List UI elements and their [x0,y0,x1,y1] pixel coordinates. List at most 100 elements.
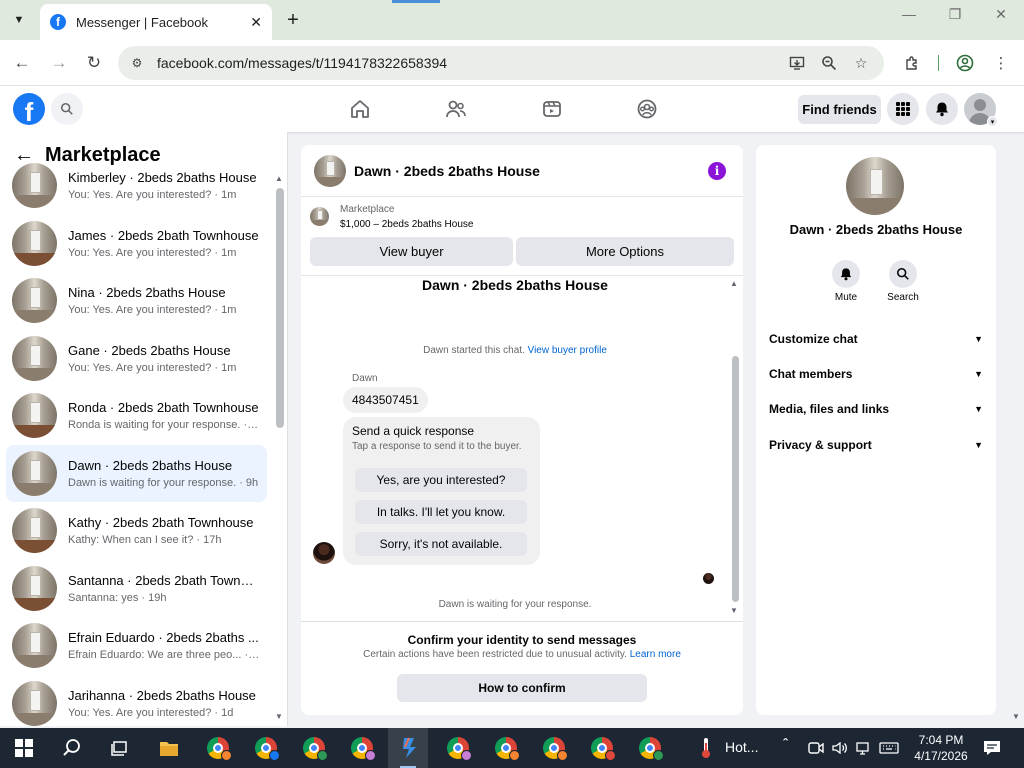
quick-reply-button[interactable]: In talks. I'll let you know. [355,500,527,524]
view-buyer-button[interactable]: View buyer [310,237,513,266]
profile-icon[interactable] [954,52,976,74]
forward-icon[interactable]: → [47,51,71,75]
conversation-item[interactable]: Jarihanna · 2beds 2baths House You: Yes. … [6,675,267,726]
chat-title[interactable]: Dawn · 2beds 2baths House [354,163,540,179]
video-icon[interactable] [540,97,564,121]
browser-tab[interactable]: f Messenger | Facebook ✕ [40,4,272,40]
chat-members-section[interactable]: Chat members ▼ [769,359,983,389]
groups-icon[interactable] [635,97,659,121]
conversation-item[interactable]: Dawn · 2beds 2baths House Dawn is waiting… [6,445,267,502]
chrome-icon[interactable] [638,736,664,761]
back-icon[interactable]: ← [10,51,34,75]
new-tab-icon[interactable]: + [282,8,304,32]
tab-list-icon[interactable]: ▼ [6,8,32,32]
find-friends-button[interactable]: Find friends [798,95,881,124]
quick-reply-button[interactable]: Yes, are you interested? [355,468,527,492]
chat-thumbnail[interactable] [314,154,346,187]
meet-now-icon[interactable] [804,736,828,760]
notifications-bell-icon[interactable] [926,93,958,125]
seen-avatar [703,573,714,584]
conversation-item[interactable]: James · 2beds 2bath Townhouse You: Yes. A… [6,215,267,272]
minimize-icon[interactable]: — [889,6,929,22]
chat-scrollbar[interactable] [732,356,739,602]
address-bar[interactable]: ⚙ facebook.com/messages/t/11941783226583… [118,46,884,80]
volume-icon[interactable] [828,736,852,760]
confirm-identity-banner: Confirm your identity to send messages C… [301,621,743,715]
app-icon[interactable] [397,736,421,760]
conversation-item[interactable]: Ronda · 2beds 2bath Townhouse Ronda is wa… [6,387,267,444]
restore-icon[interactable]: ❐ [935,6,975,23]
sender-avatar[interactable] [313,542,335,564]
friends-icon[interactable] [444,97,468,121]
details-thumbnail[interactable] [846,157,904,215]
chat-details-panel: Dawn · 2beds 2baths House Mute Search Cu… [756,145,996,715]
install-app-icon[interactable] [788,54,806,72]
zoom-icon[interactable] [820,54,838,72]
bell-icon[interactable] [832,260,860,288]
chrome-icon[interactable] [302,736,328,761]
chrome-icon[interactable] [206,736,232,761]
menu-grid-icon[interactable] [887,93,919,125]
scroll-down-icon[interactable]: ▼ [1012,712,1020,721]
conversation-item[interactable]: Kimberley · 2beds 2baths House You: Yes. … [6,157,267,214]
scroll-down-icon[interactable]: ▼ [730,606,738,615]
media-files-links-section[interactable]: Media, files and links ▼ [769,394,983,424]
privacy-support-section[interactable]: Privacy & support ▼ [769,430,983,460]
search-icon[interactable] [60,736,84,760]
conversation-item[interactable]: Santanna · 2beds 2bath Townho... Santanna… [6,560,267,617]
system-clock[interactable]: 7:04 PM 4/17/2026 [910,732,972,764]
scroll-up-icon[interactable]: ▲ [275,174,283,183]
bookmark-star-icon[interactable]: ☆ [852,54,870,72]
view-buyer-profile-link[interactable]: View buyer profile [528,345,607,356]
conversation-item[interactable]: Efrain Eduardo · 2beds 2baths ... Efrain … [6,617,267,674]
network-icon[interactable] [852,736,876,760]
site-info-icon[interactable]: ⚙ [128,54,146,72]
extensions-icon[interactable] [901,52,923,74]
quick-reply-button[interactable]: Sorry, it's not available. [355,532,527,556]
section-label: Privacy & support [769,438,872,452]
reload-icon[interactable]: ↻ [82,51,106,75]
active-app-slot[interactable] [388,728,430,768]
url-text[interactable]: facebook.com/messages/t/1194178322658394 [157,55,447,71]
chrome-icon[interactable] [350,736,376,761]
sidebar-scrollbar[interactable] [276,188,284,428]
started-text: Dawn started this chat. [423,345,525,356]
home-icon[interactable] [348,97,372,121]
chevron-up-icon[interactable]: ˆ [783,737,788,755]
chrome-icon[interactable] [494,736,520,761]
waiting-notice: Dawn is waiting for your response. [438,599,592,610]
chrome-icon[interactable] [542,736,568,761]
listing-thumbnail [310,207,329,226]
chrome-icon[interactable] [254,736,280,761]
more-options-button[interactable]: More Options [516,237,734,266]
conversation-item[interactable]: Nina · 2beds 2baths House You: Yes. Are y… [6,272,267,329]
conversation-thumbnail [12,451,57,496]
mute-button[interactable]: Mute [821,260,871,303]
how-to-confirm-button[interactable]: How to confirm [397,674,647,702]
conversation-item[interactable]: Gane · 2beds 2baths House You: Yes. Are y… [6,330,267,387]
start-icon[interactable] [12,736,36,760]
facebook-logo[interactable]: f [13,93,45,125]
chrome-icon[interactable] [590,736,616,761]
search-icon[interactable] [889,260,917,288]
keyboard-icon[interactable] [877,736,901,760]
scroll-up-icon[interactable]: ▲ [730,279,738,288]
search-icon[interactable] [51,93,83,125]
learn-more-link[interactable]: Learn more [630,649,681,660]
close-tab-icon[interactable]: ✕ [250,14,262,31]
file-explorer-icon[interactable] [157,736,181,760]
info-icon[interactable]: i [708,162,726,180]
conversation-thumbnail [12,566,57,611]
close-window-icon[interactable]: ✕ [981,6,1021,23]
menu-icon[interactable]: ⋮ [990,52,1012,74]
customize-chat-section[interactable]: Customize chat ▼ [769,324,983,354]
chrome-icon[interactable] [446,736,472,761]
notifications-icon[interactable] [980,736,1004,760]
task-view-icon[interactable] [108,736,132,760]
thermometer-icon[interactable] [694,736,718,760]
scroll-down-icon[interactable]: ▼ [275,712,283,721]
chevron-down-icon[interactable]: ▾ [987,116,998,127]
search-in-chat-button[interactable]: Search [878,260,928,303]
conversation-item[interactable]: Kathy · 2beds 2bath Townhouse Kathy: When… [6,502,267,559]
weather-text[interactable]: Hot... [725,739,758,755]
